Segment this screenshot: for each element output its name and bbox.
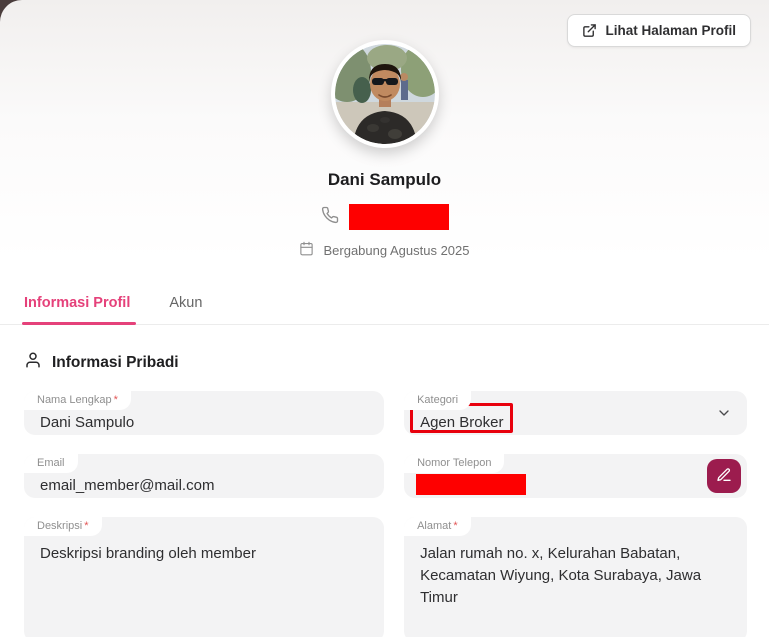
person-icon <box>24 351 42 374</box>
avatar <box>330 40 439 148</box>
joined-date-row: Bergabung Agustus 2025 <box>299 241 470 259</box>
view-profile-page-label: Lihat Halaman Profil <box>605 23 736 38</box>
pencil-icon <box>716 467 732 486</box>
personal-info-form: Nama Lengkap * Dani Sampulo Kategori Agen… <box>24 391 747 637</box>
required-marker: * <box>84 520 89 532</box>
section-header-informasi-pribadi: Informasi Pribadi <box>24 351 745 374</box>
deskripsi-value: Deskripsi branding oleh member <box>40 545 256 562</box>
joined-date-label: Bergabung Agustus 2025 <box>323 242 470 258</box>
section-title: Informasi Pribadi <box>52 353 179 371</box>
profile-tabs: Informasi Profil Akun <box>0 289 769 325</box>
kategori-label: Kategori <box>404 391 472 410</box>
profile-phone-row <box>321 204 449 230</box>
required-marker: * <box>453 520 458 532</box>
nama-lengkap-value: Dani Sampulo <box>40 414 135 431</box>
profile-card: Lihat Halaman Profil Dani Sampulo Bergab… <box>0 0 769 637</box>
required-marker: * <box>113 394 118 406</box>
alamat-label: Alamat * <box>404 517 471 536</box>
calendar-icon <box>299 241 314 259</box>
nama-lengkap-label: Nama Lengkap * <box>24 391 131 410</box>
nomor-telepon-redaction-box <box>416 474 527 495</box>
avatar-photo <box>334 44 435 144</box>
profile-name: Dani Sampulo <box>327 170 442 189</box>
nomor-telepon-field[interactable]: Nomor Telepon <box>404 454 747 498</box>
external-link-icon <box>582 23 597 38</box>
phone-icon <box>321 206 339 229</box>
edit-phone-button[interactable] <box>707 459 741 493</box>
phone-number-redaction-box <box>348 204 449 230</box>
kategori-select[interactable]: Kategori Agen Broker <box>404 391 747 435</box>
email-value: email_member@mail.com <box>40 477 215 494</box>
nomor-telepon-label: Nomor Telepon <box>404 454 505 473</box>
deskripsi-label: Deskripsi * <box>24 517 102 536</box>
nama-lengkap-field[interactable]: Nama Lengkap * Dani Sampulo <box>24 391 385 435</box>
deskripsi-field[interactable]: Deskripsi * Deskripsi branding oleh membe… <box>24 517 385 637</box>
alamat-field[interactable]: Alamat * Jalan rumah no. x, Kelurahan Bab… <box>404 517 747 637</box>
tab-informasi-profil[interactable]: Informasi Profil <box>21 289 137 325</box>
kategori-value: Agen Broker <box>420 414 504 431</box>
email-label: Email <box>24 454 78 473</box>
email-field[interactable]: Email email_member@mail.com <box>24 454 385 498</box>
alamat-value: Jalan rumah no. x, Kelurahan Babatan, Ke… <box>420 545 702 606</box>
view-profile-page-button[interactable]: Lihat Halaman Profil <box>567 14 751 47</box>
tab-akun[interactable]: Akun <box>169 289 204 324</box>
chevron-down-icon <box>716 405 732 426</box>
